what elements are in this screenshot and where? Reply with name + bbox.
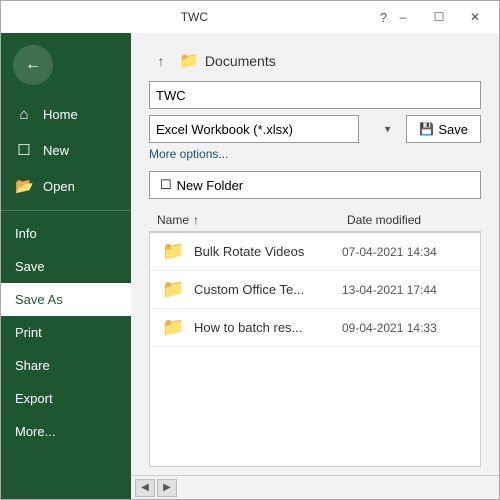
- sidebar: ← ⌂ Home ☐ New 📂 Open Info: [1, 33, 131, 499]
- nav-left-button[interactable]: ◀: [135, 479, 155, 497]
- sidebar-item-share[interactable]: Share: [1, 349, 131, 382]
- sidebar-item-home[interactable]: ⌂ Home: [1, 97, 131, 132]
- sidebar-item-save[interactable]: Save: [1, 250, 131, 283]
- filetype-row: Excel Workbook (*.xlsx) Excel 97-2003 Wo…: [149, 115, 481, 143]
- file-date: 07-04-2021 14:34: [342, 245, 472, 259]
- filetype-wrapper: Excel Workbook (*.xlsx) Excel 97-2003 Wo…: [149, 115, 396, 143]
- sidebar-item-home-label: Home: [43, 107, 78, 122]
- folder-icon: 📁: [162, 241, 184, 262]
- title-bar-center: TWC: [9, 10, 380, 24]
- right-panel: ↑ 📁 Documents Excel Workbook (*.xlsx) Ex…: [131, 33, 499, 499]
- filename-input[interactable]: [149, 81, 481, 109]
- folder-icon: 📁: [179, 51, 199, 71]
- home-icon: ⌂: [15, 106, 33, 123]
- location-bar: ↑ 📁 Documents: [149, 49, 481, 73]
- new-folder-label: New Folder: [177, 178, 243, 193]
- table-row[interactable]: 📁 How to batch res... 09-04-2021 14:33: [150, 309, 480, 347]
- folder-icon: 📁: [162, 317, 184, 338]
- title-bar: TWC ? – ☐ ✕: [1, 1, 499, 33]
- new-folder-icon: ☐: [160, 177, 172, 193]
- new-folder-button[interactable]: ☐ New Folder: [149, 171, 481, 199]
- save-button[interactable]: 💾 Save: [406, 115, 481, 143]
- back-arrow-icon: ←: [25, 56, 41, 74]
- sidebar-item-save-as-label: Save As: [15, 292, 63, 307]
- sidebar-item-save-as[interactable]: Save As: [1, 283, 131, 316]
- name-column-header[interactable]: Name ↑: [157, 213, 347, 227]
- file-list-header: Name ↑ Date modified: [149, 209, 481, 232]
- saveas-panel: ↑ 📁 Documents Excel Workbook (*.xlsx) Ex…: [131, 33, 499, 475]
- filetype-select[interactable]: Excel Workbook (*.xlsx) Excel 97-2003 Wo…: [149, 115, 359, 143]
- sidebar-text-items: Info Save Save As Print Share Export: [1, 217, 131, 448]
- new-icon: ☐: [15, 141, 33, 159]
- filename-row: [149, 81, 481, 109]
- sidebar-item-print[interactable]: Print: [1, 316, 131, 349]
- sidebar-item-more[interactable]: More...: [1, 415, 131, 448]
- save-disk-icon: 💾: [419, 122, 434, 136]
- file-list: 📁 Bulk Rotate Videos 07-04-2021 14:34 📁 …: [149, 232, 481, 467]
- folder-icon: 📁: [162, 279, 184, 300]
- navigate-up-button[interactable]: ↑: [149, 49, 173, 73]
- current-location: Documents: [205, 53, 276, 69]
- back-button[interactable]: ←: [13, 45, 53, 85]
- window-controls: – ☐ ✕: [387, 3, 491, 31]
- save-btn-label: Save: [438, 122, 468, 137]
- minimize-button[interactable]: –: [387, 3, 419, 31]
- sidebar-item-open[interactable]: 📂 Open: [1, 168, 131, 204]
- file-date: 09-04-2021 14:33: [342, 321, 472, 335]
- close-button[interactable]: ✕: [459, 3, 491, 31]
- sidebar-item-new[interactable]: ☐ New: [1, 132, 131, 168]
- sidebar-item-new-label: New: [43, 143, 69, 158]
- file-name: Custom Office Te...: [194, 282, 342, 297]
- main-content: ← ⌂ Home ☐ New 📂 Open Info: [1, 33, 499, 499]
- date-column-header[interactable]: Date modified: [347, 213, 477, 227]
- sort-icon: ↑: [193, 213, 199, 227]
- maximize-button[interactable]: ☐: [423, 3, 455, 31]
- sidebar-item-export[interactable]: Export: [1, 382, 131, 415]
- file-name: Bulk Rotate Videos: [194, 244, 342, 259]
- sidebar-nav: ⌂ Home ☐ New 📂 Open: [1, 97, 131, 204]
- nav-right-button[interactable]: ▶: [157, 479, 177, 497]
- sidebar-item-info[interactable]: Info: [1, 217, 131, 250]
- sidebar-item-open-label: Open: [43, 179, 75, 194]
- excel-window: TWC ? – ☐ ✕ ← ⌂ Home ☐ New: [0, 0, 500, 500]
- more-options-link[interactable]: More options...: [149, 147, 481, 161]
- sidebar-separator: [1, 210, 131, 211]
- file-date: 13-04-2021 17:44: [342, 283, 472, 297]
- table-row[interactable]: 📁 Bulk Rotate Videos 07-04-2021 14:34: [150, 233, 480, 271]
- window-title: TWC: [181, 10, 208, 24]
- file-name: How to batch res...: [194, 320, 342, 335]
- help-icon[interactable]: ?: [380, 10, 387, 25]
- bottom-nav: ◀ ▶: [131, 475, 499, 499]
- open-icon: 📂: [15, 177, 33, 195]
- table-row[interactable]: 📁 Custom Office Te... 13-04-2021 17:44: [150, 271, 480, 309]
